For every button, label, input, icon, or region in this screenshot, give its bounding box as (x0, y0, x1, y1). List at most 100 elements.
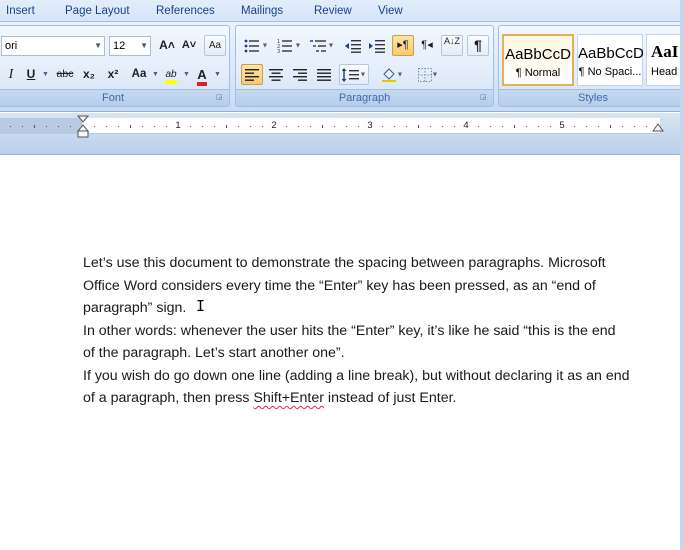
ruler-tick (622, 126, 623, 127)
sort-icon: A↓Z (443, 36, 460, 46)
shading-button[interactable]: ▼ (376, 64, 408, 85)
style-heading[interactable]: AaI Head (646, 34, 683, 86)
paint-bucket-icon (381, 68, 396, 82)
paragraph-group: ▼ 1 2 3 ▼ ▼ ▸¶ ¶◂ A↓Z ¶ ▼ ▼ ▼ Paragraph … (235, 25, 494, 107)
tab-insert[interactable]: Insert (6, 5, 35, 17)
align-right-icon (293, 68, 307, 81)
ruler-tick (214, 126, 215, 127)
multilevel-list-button[interactable]: ▼ (307, 35, 337, 56)
ruler-tick (514, 125, 515, 128)
paragraph[interactable]: Let’s use this document to demonstrate t… (83, 252, 663, 320)
shrink-font-icon: A˅ (181, 39, 197, 51)
grow-font-icon: A˄ (159, 38, 175, 52)
ruler-tick (550, 126, 551, 127)
horizontal-ruler[interactable]: 1 2 3 4 5 (0, 118, 660, 134)
align-center-button[interactable] (265, 64, 287, 85)
borders-icon (417, 67, 432, 82)
clear-formatting-button[interactable]: Aa (204, 35, 226, 56)
ruler-tick (394, 126, 395, 127)
right-to-left-icon: ¶◂ (421, 39, 433, 51)
grow-font-button[interactable]: A˄ (157, 35, 177, 56)
italic-icon: I (8, 67, 14, 82)
superscript-button[interactable]: x² (103, 64, 123, 85)
strikethrough-icon: abc (56, 68, 74, 80)
font-name-combo[interactable]: ori ▼ (1, 36, 105, 56)
style-name: ¶ Normal (515, 67, 561, 79)
document-body[interactable]: Let’s use this document to demonstrate t… (83, 252, 663, 410)
tab-references[interactable]: References (156, 5, 215, 17)
ruler-tick (250, 126, 251, 127)
chevron-down-icon[interactable]: ▼ (140, 37, 148, 55)
subscript-button[interactable]: x₂ (79, 64, 99, 85)
highlight-button[interactable]: ab (161, 64, 181, 85)
right-indent-icon[interactable] (652, 123, 664, 135)
underline-button[interactable]: U (23, 64, 39, 85)
first-line-indent-icon[interactable] (77, 115, 89, 139)
ruler-tick (46, 126, 47, 127)
strikethrough-button[interactable]: abc (53, 64, 77, 85)
bullets-button[interactable]: ▼ (241, 35, 271, 56)
ruler-tick (322, 125, 323, 128)
tab-view[interactable]: View (378, 5, 403, 17)
dialog-launcher-icon[interactable]: ◲ (480, 94, 489, 103)
change-case-dropdown-icon[interactable]: ▼ (152, 71, 159, 78)
underline-dropdown-icon[interactable]: ▼ (42, 71, 49, 78)
ruler-tick (166, 126, 167, 127)
document-page[interactable]: Let’s use this document to demonstrate t… (0, 156, 680, 550)
font-name-value: ori (5, 40, 18, 52)
ruler-number: 4 (463, 120, 469, 131)
right-to-left-button[interactable]: ¶◂ (416, 35, 438, 56)
decrease-indent-button[interactable] (342, 35, 364, 56)
spelling-error-text[interactable]: Shift+Enter (253, 390, 324, 406)
font-size-combo[interactable]: 12 ▼ (109, 36, 151, 56)
sort-button[interactable]: A↓Z (441, 35, 463, 56)
underline-icon: U (26, 67, 36, 81)
paragraph-group-label: Paragraph (236, 89, 493, 106)
align-right-button[interactable] (289, 64, 311, 85)
left-to-right-button[interactable]: ▸¶ (392, 35, 414, 56)
chevron-down-icon[interactable]: ▼ (94, 37, 102, 55)
text-line: of a paragraph, then press Shift+Enter i… (83, 387, 663, 410)
font-color-button[interactable]: A (193, 64, 211, 86)
ruler-tick (94, 126, 95, 127)
ruler-tick (646, 126, 647, 127)
change-case-button[interactable]: Aa (127, 64, 151, 85)
ruler-tick (154, 126, 155, 127)
style-name: Head (651, 66, 678, 78)
show-formatting-marks-button[interactable]: ¶ (467, 35, 489, 56)
style-no-spacing[interactable]: AaBbCcD ¶ No Spaci... (577, 34, 644, 86)
paragraph[interactable]: If you wish do go down one line (adding … (83, 365, 663, 410)
ruler-tick (298, 126, 299, 127)
ruler-tick (406, 126, 407, 127)
ruler-tick (430, 126, 431, 127)
justify-button[interactable] (313, 64, 335, 85)
line-spacing-button[interactable]: ▼ (339, 64, 369, 85)
tab-mailings[interactable]: Mailings (241, 5, 283, 17)
pilcrow-icon: ¶ (474, 37, 482, 53)
style-sample: AaBbCcD (578, 45, 644, 62)
shrink-font-button[interactable]: A˅ (179, 35, 199, 56)
increase-indent-icon (369, 39, 385, 53)
tab-review[interactable]: Review (314, 5, 352, 17)
left-to-right-icon: ▸¶ (397, 39, 409, 51)
style-normal[interactable]: AaBbCcD ¶ Normal (502, 34, 574, 86)
align-center-icon (269, 68, 283, 81)
italic-button[interactable]: I (3, 64, 19, 85)
font-color-dropdown-icon[interactable]: ▼ (214, 71, 221, 78)
increase-indent-button[interactable] (366, 35, 388, 56)
ruler-number: 2 (271, 120, 277, 131)
ruler-tick (358, 126, 359, 127)
style-sample: AaI (651, 42, 679, 61)
borders-button[interactable]: ▼ (412, 64, 444, 85)
style-name: ¶ No Spaci... (578, 66, 642, 78)
ruler-tick (226, 125, 227, 128)
highlight-dropdown-icon[interactable]: ▼ (183, 71, 190, 78)
numbering-button[interactable]: 1 2 3 ▼ (274, 35, 304, 56)
dialog-launcher-icon[interactable]: ◲ (216, 94, 225, 103)
align-left-button[interactable] (241, 64, 263, 85)
ruler-tick (526, 126, 527, 127)
justify-icon (317, 68, 331, 81)
tab-page-layout[interactable]: Page Layout (65, 5, 130, 17)
ruler-tick (238, 126, 239, 127)
paragraph[interactable]: In other words: whenever the user hits t… (83, 320, 663, 365)
